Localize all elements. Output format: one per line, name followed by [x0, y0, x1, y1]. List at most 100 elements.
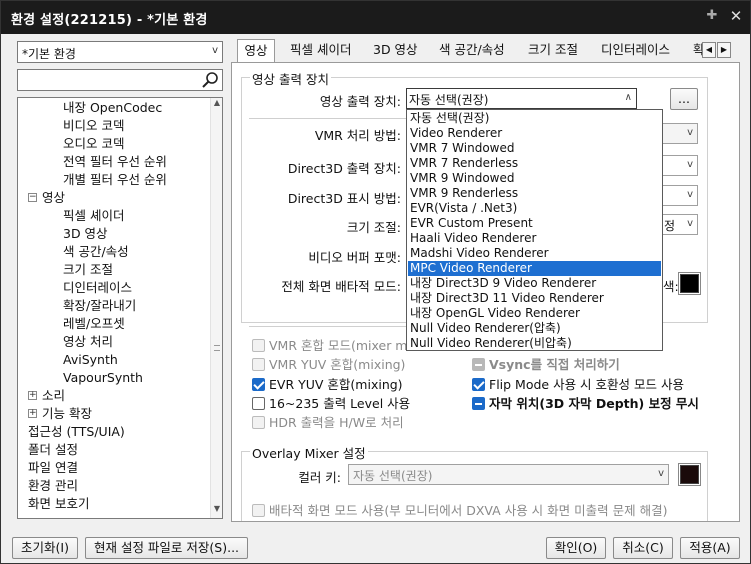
vmr-method-label: VMR 처리 방법:	[314, 128, 401, 143]
dropdown-option[interactable]: VMR 9 Renderless	[408, 186, 661, 201]
output-device-select[interactable]: 자동 선택(권장) ∧	[406, 88, 637, 109]
search-icon[interactable]	[201, 71, 219, 89]
checkbox-box	[252, 504, 265, 517]
profile-value: *기본 환경	[22, 47, 76, 61]
chevron-down-icon: v	[212, 45, 218, 56]
tree-item[interactable]: 레벨/오프셋	[63, 315, 125, 333]
checkbox-box	[472, 358, 485, 371]
dropdown-option[interactable]: Null Video Renderer(압축)	[408, 321, 661, 336]
dropdown-option[interactable]: VMR 7 Renderless	[408, 156, 661, 171]
preferences-window: 환경 설정(221215) - *기본 환경 ✚ ✕ *기본 환경 v ▲ ▼ …	[0, 0, 751, 564]
dropdown-option[interactable]: Haali Video Renderer	[408, 231, 661, 246]
apply-button[interactable]: 적용(A)	[680, 537, 740, 559]
chevron-down-icon: v	[687, 127, 693, 138]
tree-item[interactable]: 크기 조절	[63, 261, 113, 279]
tree-scrollbar[interactable]: ▲ ▼	[210, 98, 222, 518]
tab-scroll-right-icon[interactable]: ▶	[717, 42, 731, 58]
checkbox-box	[252, 339, 265, 352]
tree-item[interactable]: 비디오 코덱	[63, 117, 124, 135]
cancel-button[interactable]: 취소(C)	[613, 537, 673, 559]
color-key-select[interactable]: 자동 선택(권장) v	[348, 464, 669, 485]
search-input[interactable]	[17, 69, 223, 91]
tree-item[interactable]: 영상	[42, 189, 65, 207]
tree-item[interactable]: 디인터레이스	[63, 279, 132, 297]
color-key-swatch-button[interactable]	[678, 463, 701, 486]
close-icon[interactable]: ✕	[727, 7, 745, 25]
reset-button[interactable]: 초기화(I)	[12, 537, 78, 559]
tree-item[interactable]: 파일 연결	[28, 459, 78, 477]
ok-button[interactable]: 확인(O)	[546, 537, 606, 559]
output-device-dropdown-list[interactable]: 자동 선택(권장) Video Renderer VMR 7 Windowed VMR…	[406, 109, 663, 351]
tree-item[interactable]: 접근성 (TTS/UIA)	[28, 423, 125, 441]
output-group-label: 영상 출력 장치	[250, 69, 331, 88]
resize-label: 크기 조절:	[346, 220, 401, 235]
tree-item[interactable]: 3D 영상	[63, 225, 108, 243]
dropdown-option[interactable]: MPC Video Renderer	[408, 261, 661, 276]
scroll-up-icon[interactable]: ▲	[211, 98, 222, 112]
tree-item[interactable]: 픽셀 셰이더	[63, 207, 124, 225]
dropdown-option[interactable]: VMR 7 Windowed	[408, 141, 661, 156]
tab-scroll-left-icon[interactable]: ◀	[702, 42, 716, 58]
dropdown-option[interactable]: Madshi Video Renderer	[408, 246, 661, 261]
vsync-text: Vsync를 직접 처리하기	[489, 357, 620, 372]
flip-mode-text: Flip Mode 사용 시 호환성 모드 사용	[489, 377, 684, 392]
chevron-down-icon: v	[658, 468, 664, 479]
dropdown-option[interactable]: VMR 9 Windowed	[408, 171, 661, 186]
collapse-icon[interactable]: −	[28, 193, 37, 202]
tree-item[interactable]: 폴더 설정	[28, 441, 78, 459]
buffer-format-label: 비디오 버퍼 포맷:	[308, 250, 401, 265]
checkbox-box	[472, 397, 485, 410]
tab-1[interactable]: 영상	[237, 39, 275, 64]
checkbox-box	[252, 416, 265, 429]
tree-item[interactable]: 색 공간/속성	[63, 243, 129, 261]
color-key-label: 컬러 키:	[298, 470, 341, 485]
tree-item[interactable]: 오디오 코덱	[63, 135, 124, 153]
overlay-group-label: Overlay Mixer 설정	[250, 443, 368, 462]
color-swatch-button[interactable]	[678, 272, 701, 295]
tree-item[interactable]: AviSynth	[63, 351, 118, 369]
window-title: 환경 설정(221215) - *기본 환경	[11, 13, 208, 28]
chevron-down-icon: v	[687, 189, 693, 200]
chevron-down-icon: v	[687, 159, 693, 170]
tab-4[interactable]: 색 공간/속성	[437, 39, 507, 61]
d3d-display-label: Direct3D 표시 방법:	[287, 191, 401, 206]
tab-5[interactable]: 크기 조절	[526, 39, 580, 61]
dropdown-option[interactable]: 내장 Direct3D 9 Video Renderer	[408, 276, 661, 291]
expand-icon[interactable]: +	[28, 409, 37, 418]
save-settings-file-button[interactable]: 현재 설정 파일로 저장(S)...	[85, 537, 248, 559]
settings-tree[interactable]: ▲ ▼ 내장 OpenCodec 비디오 코덱 오디오 코덱 전역 필터 우선 순위 개…	[17, 97, 223, 519]
device-options-button[interactable]: ...	[670, 88, 698, 110]
scroll-thumb-grip[interactable]	[214, 345, 220, 351]
tab-3[interactable]: 3D 영상	[371, 39, 420, 61]
pin-icon[interactable]: ✚	[704, 8, 720, 24]
tree-item[interactable]: 확장/잘라내기	[63, 297, 136, 315]
tree-item[interactable]: 개별 필터 우선 순위	[63, 171, 167, 189]
panel-scrollbar[interactable]	[720, 63, 738, 521]
dropdown-option[interactable]: Null Video Renderer(비압축)	[408, 336, 661, 351]
checkbox-box	[252, 378, 265, 391]
dropdown-option[interactable]: 내장 OpenGL Video Renderer	[408, 306, 661, 321]
tree-item[interactable]: 소리	[42, 387, 65, 405]
fullscreen-exclusive-label: 전체 화면 배타적 모드:	[281, 279, 401, 294]
dropdown-option[interactable]: EVR Custom Present	[408, 216, 661, 231]
dropdown-option[interactable]: 내장 Direct3D 11 Video Renderer	[408, 291, 661, 306]
expand-icon[interactable]: +	[28, 391, 37, 400]
tree-item[interactable]: 영상 처리	[63, 333, 113, 351]
tree-item[interactable]: 화면 보호기	[28, 495, 89, 513]
tree-item[interactable]: 환경 관리	[28, 477, 78, 495]
dropdown-option[interactable]: EVR(Vista / .Net3)	[408, 201, 661, 216]
dropdown-option[interactable]: 자동 선택(권장)	[408, 111, 661, 126]
vmr-mix-text: VMR 혼합 모드(mixer mo	[269, 338, 416, 353]
tree-item[interactable]: 기능 확장	[42, 405, 92, 423]
dropdown-option[interactable]: Video Renderer	[408, 126, 661, 141]
profile-select[interactable]: *기본 환경 v	[17, 41, 223, 63]
scroll-down-icon[interactable]: ▼	[211, 504, 222, 518]
checkbox-box	[252, 358, 265, 371]
tree-item[interactable]: 내장 OpenCodec	[63, 99, 162, 117]
tree-item[interactable]: VapourSynth	[63, 369, 143, 387]
tree-item[interactable]: 전역 필터 우선 순위	[63, 153, 167, 171]
range-text: 16~235 출력 Level 사용	[269, 396, 411, 411]
tab-6[interactable]: 디인터레이스	[599, 39, 672, 61]
checkbox-box	[252, 397, 265, 410]
tab-2[interactable]: 픽셀 셰이더	[288, 39, 353, 61]
